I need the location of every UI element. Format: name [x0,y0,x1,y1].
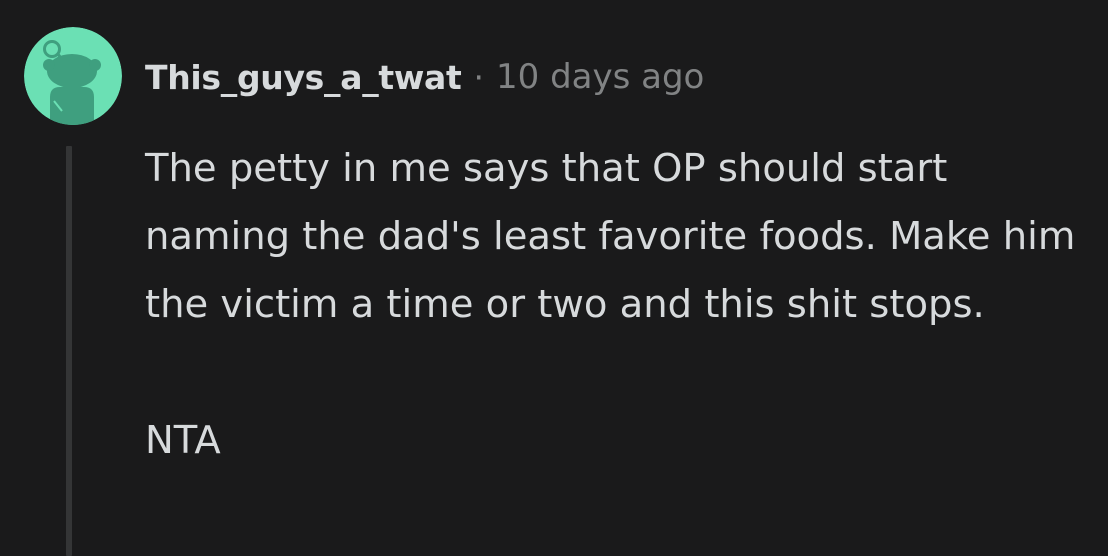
comment: This_guys_a_twat · 10 days ago The petty… [0,0,1108,556]
thread-line[interactable] [66,146,72,556]
comment-paragraph: The petty in me says that OP should star… [145,146,1076,327]
avatar[interactable] [24,27,122,125]
comment-meta: This_guys_a_twat · 10 days ago [145,52,704,102]
comment-body: The petty in me says that OP should star… [145,135,1085,475]
comment-paragraph: NTA [145,418,221,463]
snoo-icon [24,27,122,125]
timestamp[interactable]: 10 days ago [496,57,704,97]
username-link[interactable]: This_guys_a_twat [145,58,462,97]
meta-separator: · [473,57,485,97]
